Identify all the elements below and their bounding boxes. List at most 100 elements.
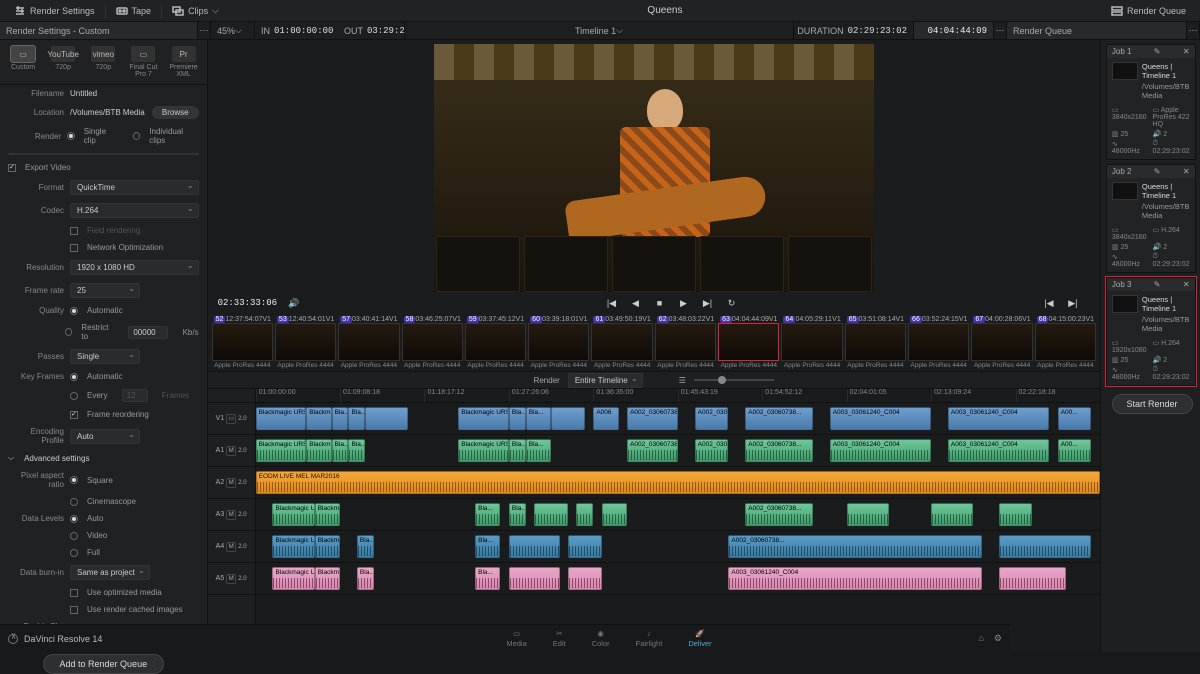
- clip-thumb[interactable]: 5312:40:54:01V1Apple ProRes 4444: [275, 316, 336, 369]
- zoom-level[interactable]: 45% ⌵: [211, 22, 255, 39]
- codec-dropdown[interactable]: H.264: [70, 203, 199, 218]
- page-tab-color[interactable]: ◉Color: [592, 629, 610, 648]
- tape-btn[interactable]: Tape: [108, 2, 160, 20]
- track-header-A5[interactable]: A5M2.0: [208, 563, 255, 595]
- clip-thumb[interactable]: 5703:40:41:14V1Apple ProRes 4444: [338, 316, 399, 369]
- timeline-clip[interactable]: Bla...: [475, 503, 500, 526]
- clip-thumb[interactable]: 6704:00:28:06V1Apple ProRes 4444: [971, 316, 1032, 369]
- render-settings-btn[interactable]: Render Settings: [6, 2, 103, 20]
- individual-clips-radio[interactable]: [133, 132, 141, 140]
- timeline-clip[interactable]: Bla...: [357, 567, 374, 590]
- timeline-clip[interactable]: Bla...: [475, 535, 500, 558]
- quality-auto-radio[interactable]: [70, 307, 78, 315]
- close-job-icon[interactable]: ✕: [1183, 47, 1190, 56]
- render-scope-dropdown[interactable]: Entire Timeline: [568, 373, 643, 388]
- home-icon[interactable]: ⌂: [978, 633, 983, 644]
- timeline-clip[interactable]: Bla...: [509, 439, 526, 462]
- clip-thumb[interactable]: 6203:48:03:22V1Apple ProRes 4444: [655, 316, 716, 369]
- program-viewer[interactable]: [434, 44, 874, 292]
- timeline-clip[interactable]: [999, 567, 1067, 590]
- timeline-clip[interactable]: Bla...: [509, 503, 526, 526]
- timeline-clip[interactable]: A002_03060738...: [745, 407, 813, 430]
- restrict-kbs-input[interactable]: [128, 326, 168, 339]
- timeline-clip[interactable]: Blackmagic URSA...: [256, 439, 307, 462]
- tab-audio[interactable]: Audio: [72, 154, 135, 155]
- timeline-clip[interactable]: A002_03060738...: [695, 407, 729, 430]
- render-queue-btn[interactable]: Render Queue: [1103, 2, 1194, 20]
- timeline-clip[interactable]: [365, 407, 407, 430]
- timeline-lane[interactable]: EODM LIVE MEL MAR2016: [256, 467, 1100, 499]
- filename-value[interactable]: Untitled: [70, 89, 199, 98]
- step-back-button[interactable]: ◀: [628, 298, 642, 309]
- clip-thumb[interactable]: 6003:39:18:01V1Apple ProRes 4444: [528, 316, 589, 369]
- clip-thumb[interactable]: 5903:37:45:12V1Apple ProRes 4444: [465, 316, 526, 369]
- timeline-clip[interactable]: Blackmagic URSA...: [458, 439, 509, 462]
- timeline-clip[interactable]: [602, 503, 627, 526]
- preset-fcp[interactable]: ▭Final Cut Pro 7: [124, 46, 162, 78]
- timeline-clip[interactable]: A006: [593, 407, 618, 430]
- timeline-selector[interactable]: Timeline 1 ⌵: [405, 22, 794, 39]
- track-header-V1[interactable]: V1▭2.0: [208, 403, 255, 435]
- timeline-clip[interactable]: [576, 503, 593, 526]
- advanced-settings-toggle[interactable]: Advanced settings: [24, 454, 89, 463]
- export-video-check[interactable]: [8, 164, 16, 172]
- volume-icon[interactable]: 🔊: [287, 298, 301, 309]
- timeline-lane[interactable]: Blackmagic URSA...Blackmagic URSA...Bla.…: [256, 531, 1100, 563]
- clip-thumb[interactable]: 6304:04:44:09V1Apple ProRes 4444: [718, 316, 779, 369]
- timeline-clip[interactable]: [568, 567, 602, 590]
- timeline-lane[interactable]: Blackmagic URSA...Blackmagic URSA...Bla.…: [256, 563, 1100, 595]
- timeline-clip[interactable]: Bla...: [526, 407, 551, 430]
- settings-icon[interactable]: ⚙: [994, 633, 1002, 644]
- preset-custom[interactable]: ▭Custom: [4, 46, 42, 78]
- timeline-clip[interactable]: A002_03060738...: [745, 503, 813, 526]
- timeline-clip[interactable]: Blackmagic URSA...: [315, 567, 340, 590]
- par-cinemascope-radio[interactable]: [70, 498, 78, 506]
- framerate-dropdown[interactable]: 25: [70, 283, 140, 298]
- kf-auto-radio[interactable]: [70, 373, 78, 381]
- single-clip-radio[interactable]: [67, 132, 75, 140]
- zoom-slider[interactable]: [694, 379, 774, 381]
- goto-next-button[interactable]: ▶|: [1066, 298, 1080, 309]
- page-tab-edit[interactable]: ✂Edit: [553, 629, 566, 648]
- field-rendering-check[interactable]: [70, 227, 78, 235]
- timeline-clip[interactable]: [534, 503, 568, 526]
- timeline-clip[interactable]: Blackmagic URSA...: [256, 407, 307, 430]
- frame-reorder-check[interactable]: [70, 411, 78, 419]
- clip-thumb[interactable]: 6603:52:24:15V1Apple ProRes 4444: [908, 316, 969, 369]
- edit-job-icon[interactable]: ✎: [1154, 280, 1161, 289]
- lvl-full-radio[interactable]: [70, 549, 78, 557]
- timeline-clip[interactable]: EODM LIVE MEL MAR2016: [256, 471, 1100, 494]
- timeline-clip[interactable]: [568, 535, 602, 558]
- start-render-button[interactable]: Start Render: [1112, 394, 1193, 414]
- preset-premiere[interactable]: PrPremiere XML: [165, 46, 203, 78]
- edit-job-icon[interactable]: ✎: [1154, 47, 1161, 56]
- timeline-clip[interactable]: A002_03060738...: [627, 407, 678, 430]
- format-dropdown[interactable]: QuickTime: [70, 180, 199, 195]
- preset-vimeo[interactable]: vimeo720p: [84, 46, 122, 78]
- viewer-menu[interactable]: ⋯: [994, 22, 1007, 39]
- panel-menu[interactable]: ⋯: [198, 22, 211, 39]
- tab-file[interactable]: File: [135, 154, 197, 155]
- timeline-clip[interactable]: [931, 503, 973, 526]
- timeline-clip[interactable]: Blackmagic URSA...: [306, 439, 331, 462]
- timeline-clip[interactable]: A002_03060738...: [745, 439, 813, 462]
- network-opt-check[interactable]: [70, 244, 78, 252]
- edit-job-icon[interactable]: ✎: [1154, 167, 1161, 176]
- timeline-clip[interactable]: Bla...: [348, 407, 365, 430]
- goto-start-button[interactable]: |◀: [604, 298, 618, 309]
- timeline-clip[interactable]: Blackmagic URSA...: [315, 503, 340, 526]
- clip-thumb[interactable]: 5212:37:54:07V1Apple ProRes 4444: [212, 316, 273, 369]
- clip-thumb[interactable]: 5803:46:25:07V1Apple ProRes 4444: [402, 316, 463, 369]
- browse-button[interactable]: Browse: [152, 106, 199, 119]
- track-header-A1[interactable]: A1M2.0: [208, 435, 255, 467]
- timeline-view-icon[interactable]: ☰: [679, 376, 686, 385]
- tab-video[interactable]: Video: [9, 154, 72, 155]
- clip-thumb[interactable]: 6503:51:08:14V1Apple ProRes 4444: [845, 316, 906, 369]
- viewer-timecode[interactable]: 02:33:33:06: [218, 298, 277, 308]
- optimized-media-check[interactable]: [70, 589, 78, 597]
- timeline-clip[interactable]: Bla...: [475, 567, 500, 590]
- timeline-clip[interactable]: A003_03061240_C004: [948, 407, 1049, 430]
- page-tab-deliver[interactable]: 🚀Deliver: [688, 629, 711, 648]
- timeline-clip[interactable]: A003_03061240_C004: [728, 567, 981, 590]
- play-button[interactable]: ▶: [676, 298, 690, 309]
